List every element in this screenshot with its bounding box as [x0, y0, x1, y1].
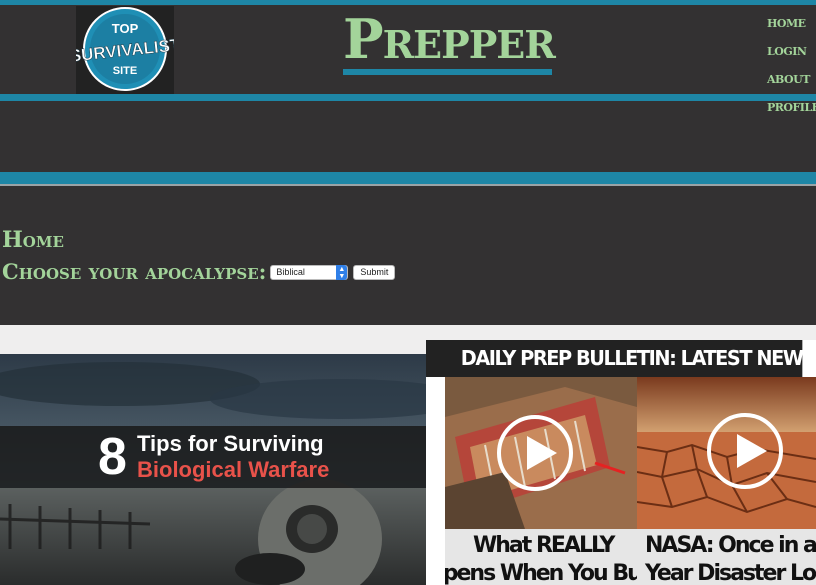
play-icon[interactable] [497, 415, 573, 491]
brand-text: Prepper [343, 7, 556, 71]
page-title: Home [2, 227, 64, 253]
logo-badge-icon: TOP SURVIVALIST SITE [76, 7, 174, 91]
section-divider-bar [0, 172, 816, 184]
nav-login-link[interactable]: LOGIN [767, 38, 816, 66]
brand-underline [343, 69, 552, 75]
hero-article-image[interactable]: 8 Tips for Surviving Biological Warfare [0, 354, 445, 585]
apocalypse-select-value: Biblical [276, 266, 305, 277]
submit-button[interactable]: Submit [353, 264, 396, 280]
nav-about-link[interactable]: ABOUT [767, 66, 816, 94]
brand-title[interactable]: Prepper [343, 7, 556, 78]
site-logo[interactable]: TOP SURVIVALIST SITE [76, 6, 174, 94]
play-icon[interactable] [707, 413, 783, 489]
apocalypse-select[interactable]: Biblical ▲ ▼ [270, 264, 349, 280]
hero-title-line1: Tips for Surviving [137, 431, 324, 456]
logo-bottom-text: SITE [113, 65, 137, 77]
chooser-label: Choose your apocalypse: [2, 259, 267, 284]
card-caption-line1: NASA: Once in a 10 [645, 533, 816, 558]
section-divider-line [0, 184, 816, 186]
apocalypse-chooser: Choose your apocalypse: Biblical ▲ ▼ Subm… [2, 258, 396, 286]
main-nav: HOME LOGIN ABOUT PROFILE [767, 10, 816, 122]
card-caption: What REALLY ppens When You Bur [445, 529, 637, 585]
bulletin-heading: DAILY PREP BULLETIN: LATEST NEWS [426, 340, 816, 377]
select-arrows-icon: ▲ ▼ [336, 264, 348, 280]
hero-title-line2: Biological Warfare [137, 457, 330, 482]
news-bulletin: DAILY PREP BULLETIN: LATEST NEWS What RE… [426, 340, 816, 585]
top-accent-bar [0, 0, 816, 5]
card-caption: NASA: Once in a 10 Year Disaster Loo [637, 529, 816, 585]
news-video-card[interactable]: What REALLY ppens When You Bur [445, 377, 637, 585]
card-caption-line2: Year Disaster Loo [645, 561, 816, 585]
news-video-card[interactable]: NASA: Once in a 10 Year Disaster Loo [637, 377, 816, 585]
hero-number: 8 [98, 428, 127, 486]
logo-top-text: TOP [112, 21, 139, 36]
card-caption-line2: ppens When You Bur [445, 561, 637, 585]
card-caption-line1: What REALLY [473, 533, 615, 558]
nav-home-link[interactable]: HOME [767, 10, 816, 38]
header-divider-bar [0, 94, 816, 101]
